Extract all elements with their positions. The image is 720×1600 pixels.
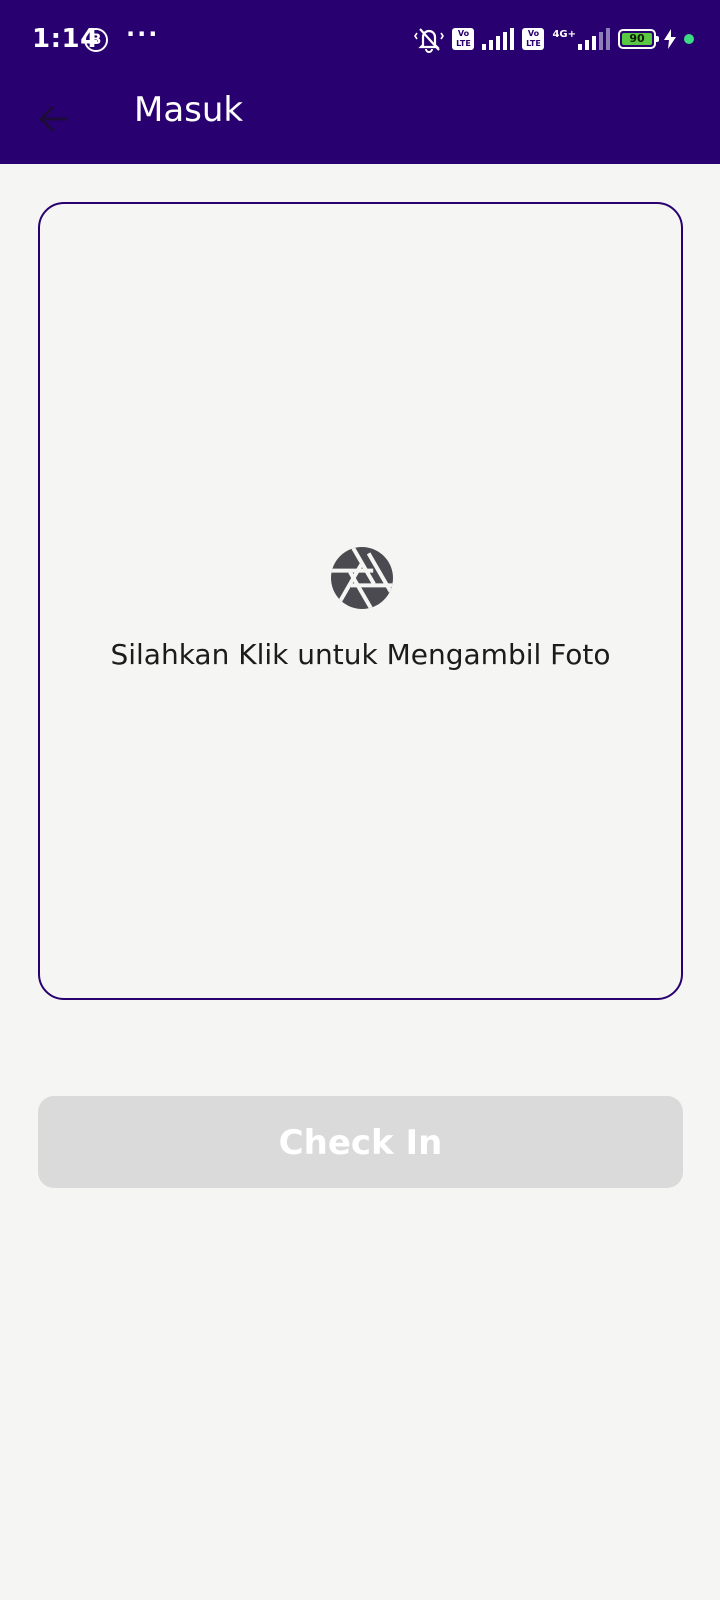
signal-icon (482, 28, 515, 50)
page-title: Masuk (134, 90, 244, 130)
battery-icon: 90 (618, 29, 659, 49)
arrow-left-icon (38, 106, 68, 136)
bbm-icon: B (84, 28, 108, 52)
status-bar: 1:14 B ··· Vo LTE Vo LTE 4G+ 90 (0, 0, 720, 80)
battery-level: 90 (622, 33, 652, 45)
take-photo-area[interactable]: Silahkan Klik untuk Mengambil Foto (38, 202, 683, 1000)
back-button[interactable] (26, 94, 80, 148)
volte-icon-2: Vo LTE (522, 28, 545, 50)
app-bar (0, 80, 720, 164)
silent-bell-icon (414, 25, 445, 53)
photo-prompt-text: Silahkan Klik untuk Mengambil Foto (110, 638, 611, 671)
status-icons: Vo LTE Vo LTE 4G+ 90 (414, 24, 694, 54)
more-dots-icon: ··· (126, 20, 160, 48)
camera-aperture-icon (330, 546, 394, 610)
signal-icon-2 (578, 28, 610, 50)
network-type-label: 4G+ (552, 28, 576, 40)
charging-icon (664, 29, 676, 49)
check-in-button[interactable]: Check In (38, 1096, 683, 1188)
volte-icon: Vo LTE (452, 28, 475, 50)
privacy-indicator-dot (684, 34, 694, 44)
